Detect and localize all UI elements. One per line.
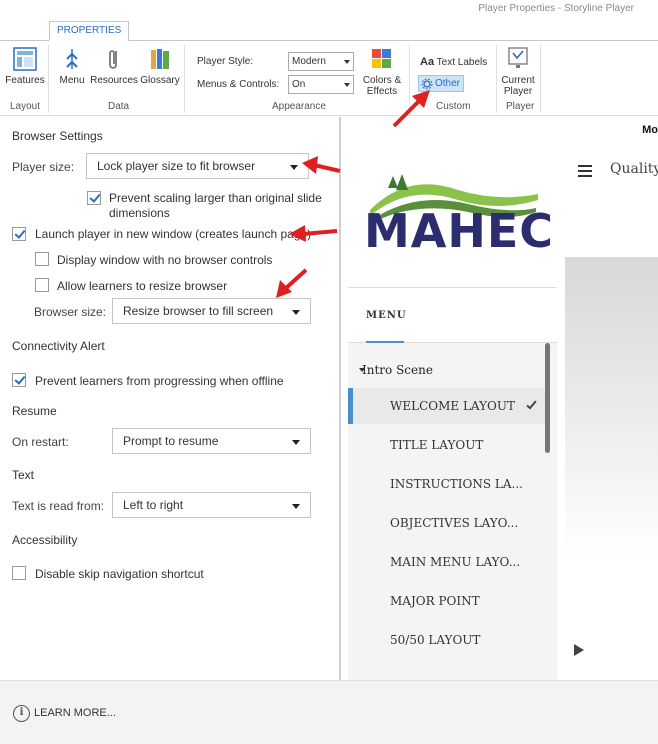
text-heading: Text — [12, 468, 35, 482]
group-label-player: Player — [506, 101, 535, 112]
preview-top-text: Mo — [642, 124, 658, 136]
on-restart-label: On restart: — [12, 435, 69, 449]
mahec-logo: MAHEC — [348, 142, 557, 287]
tab-properties[interactable]: PROPERTIES — [49, 21, 130, 41]
menu-item[interactable]: INSTRUCTIONS LA... — [348, 466, 548, 502]
ribbon: Features Layout Menu Resources Glossary … — [0, 40, 658, 116]
resume-heading: Resume — [12, 404, 57, 418]
chevron-down-icon — [290, 165, 298, 170]
player-size-label: Player size: — [12, 160, 75, 174]
text-read-from-dropdown[interactable]: Left to right — [112, 492, 311, 518]
menu-item[interactable]: OBJECTIVES LAYO... — [348, 505, 548, 541]
hamburger-icon[interactable] — [578, 165, 592, 180]
logo-text: MAHEC — [364, 204, 555, 258]
prevent-offline-label: Prevent learners from progressing when o… — [35, 374, 284, 388]
disable-skip-nav-checkbox[interactable] — [12, 566, 26, 580]
current-player-button[interactable]: Current Player — [500, 46, 536, 97]
text-labels-icon: Aa — [420, 56, 435, 68]
scene-title[interactable]: Intro Scene — [362, 363, 433, 377]
settings-panel: Browser Settings Player size: Lock playe… — [0, 117, 339, 680]
prevent-scaling-label: Prevent scaling larger than original sli… — [109, 191, 322, 220]
features-button[interactable]: Features — [5, 46, 45, 86]
menu-scrollbar[interactable] — [545, 343, 550, 453]
menu-item[interactable]: MAIN MENU LAYO... — [348, 544, 548, 580]
player-style-label: Player Style: — [197, 56, 254, 67]
browser-settings-heading: Browser Settings — [12, 129, 103, 143]
annotation-arrow-icon — [276, 268, 308, 298]
prevent-scaling-checkbox[interactable] — [87, 191, 101, 205]
no-browser-controls-checkbox[interactable] — [35, 252, 49, 266]
menu-item[interactable]: WELCOME LAYOUT — [348, 388, 548, 424]
chevron-down-icon — [292, 440, 300, 445]
chevron-down-icon — [344, 60, 350, 64]
group-label-appearance: Appearance — [272, 101, 326, 112]
menu-item[interactable]: MAJOR POINT — [348, 583, 548, 619]
window-title: Player Properties - Storyline Player — [478, 3, 634, 14]
allow-resize-checkbox[interactable] — [35, 278, 49, 292]
accessibility-heading: Accessibility — [12, 533, 78, 547]
checkmark-icon — [526, 398, 537, 410]
menu-tree-icon — [66, 49, 78, 69]
group-label-data: Data — [108, 101, 130, 112]
connectivity-heading: Connectivity Alert — [12, 339, 105, 353]
group-separator — [184, 45, 185, 113]
slide-area — [565, 257, 658, 562]
text-labels-button[interactable]: Aa Text Labels — [420, 56, 487, 68]
glossary-button[interactable]: Glossary — [140, 46, 180, 86]
prevent-offline-checkbox[interactable] — [12, 373, 26, 387]
annotation-arrow-icon — [302, 156, 341, 174]
info-icon: i — [13, 705, 30, 722]
chevron-down-icon — [292, 310, 300, 315]
menu-tab[interactable]: MENU — [348, 287, 557, 343]
launch-new-window-checkbox[interactable] — [12, 227, 26, 241]
chevron-down-icon — [344, 83, 350, 87]
group-separator — [48, 45, 49, 113]
on-restart-dropdown[interactable]: Prompt to resume — [112, 428, 311, 454]
palette-icon — [372, 49, 391, 68]
player-size-dropdown[interactable]: Lock player size to fit browser — [86, 153, 309, 179]
launch-new-window-label: Launch player in new window (creates lau… — [35, 227, 312, 241]
allow-resize-label: Allow learners to resize browser — [57, 279, 228, 293]
books-icon — [151, 49, 169, 69]
annotation-arrow-icon — [289, 225, 338, 242]
menus-controls-label: Menus & Controls: — [197, 79, 280, 90]
paperclip-icon — [109, 50, 117, 69]
player-icon — [508, 47, 528, 68]
group-label-custom: Custom — [436, 101, 471, 112]
browser-size-dropdown[interactable]: Resize browser to fill screen — [112, 298, 311, 324]
menu-button[interactable]: Menu — [56, 46, 88, 86]
player-preview: Mo MAHEC MENU Intro Scene WELCOME LAYOUT… — [341, 117, 658, 680]
menus-controls-select[interactable]: On — [288, 75, 354, 94]
group-separator — [540, 45, 541, 113]
chevron-down-icon — [292, 504, 300, 509]
player-style-select[interactable]: Modern — [288, 52, 354, 71]
title-bar: Player Properties - Storyline Player — [0, 0, 658, 20]
annotation-arrow-icon — [392, 90, 430, 128]
menu-tab-underline — [366, 341, 404, 343]
text-read-from-label: Text is read from: — [12, 499, 105, 513]
disable-skip-nav-label: Disable skip navigation shortcut — [35, 567, 204, 581]
browser-size-label: Browser size: — [34, 305, 107, 319]
slide-title: Quality — [610, 161, 658, 177]
group-label-layout: Layout — [10, 101, 41, 112]
menu-item[interactable]: TITLE LAYOUT — [348, 427, 548, 463]
learn-more-link[interactable]: LEARN MORE... — [34, 707, 116, 719]
resources-button[interactable]: Resources — [90, 46, 138, 86]
group-separator — [496, 45, 497, 113]
play-icon[interactable] — [574, 644, 584, 656]
features-icon — [13, 47, 37, 71]
no-browser-controls-label: Display window with no browser controls — [57, 253, 273, 267]
menu-item[interactable]: 50/50 LAYOUT — [348, 622, 548, 658]
footer: i LEARN MORE... — [0, 680, 658, 744]
